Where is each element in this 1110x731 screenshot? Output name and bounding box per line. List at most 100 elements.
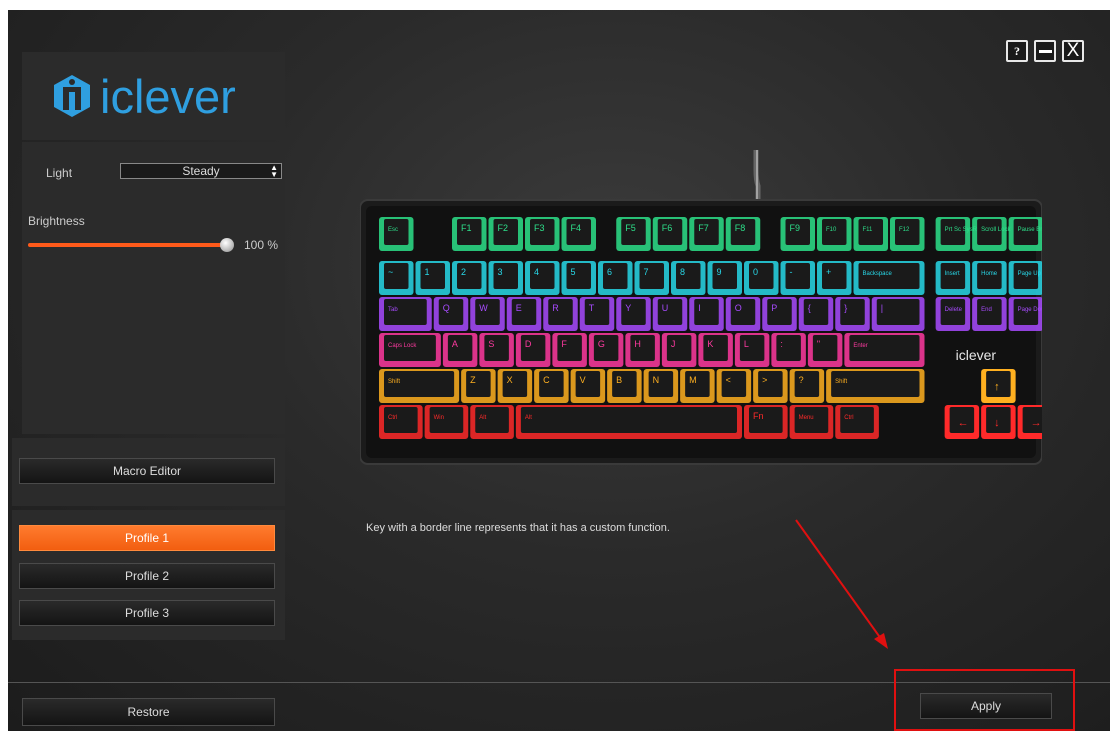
profile-1-button[interactable]: Profile 1	[19, 525, 275, 551]
svg-text:Page Down: Page Down	[1018, 307, 1042, 313]
key-ctrl: Ctrl	[379, 405, 423, 439]
key-4: 4	[525, 261, 560, 295]
svg-text:O: O	[735, 303, 742, 313]
light-panel: Light Steady ▲ ▼ Brightness 100 %	[22, 142, 285, 434]
svg-text:M: M	[689, 375, 697, 385]
logo-text: iclever	[100, 69, 236, 123]
key-menu: Menu	[789, 405, 834, 439]
macro-panel: Macro Editor	[12, 438, 285, 506]
iclever-logo-icon	[54, 75, 90, 117]
key-2: 2	[452, 261, 487, 295]
svg-text:H: H	[634, 339, 641, 349]
key-p: P	[762, 297, 797, 331]
svg-text:4: 4	[534, 267, 539, 277]
svg-text:F: F	[561, 339, 567, 349]
svg-text:?: ?	[799, 375, 804, 385]
key-shift: Shift	[826, 369, 925, 403]
key-f: F	[552, 333, 587, 367]
svg-text:Delete: Delete	[945, 307, 963, 313]
key-insert: Insert	[935, 261, 971, 295]
svg-text:5: 5	[571, 267, 576, 277]
svg-text:E: E	[516, 303, 522, 313]
key-d: D	[515, 333, 551, 367]
key-caps-lock: Caps Lock	[379, 333, 441, 367]
key-7: 7	[634, 261, 669, 295]
key-s: S	[479, 333, 514, 367]
svg-text:I: I	[698, 303, 701, 313]
key-alt: Alt	[470, 405, 514, 439]
key-arrow: ↑	[981, 369, 1016, 403]
brightness-slider-track[interactable]	[28, 243, 228, 247]
key-alt: Alt	[515, 405, 742, 439]
window-controls: ? X	[1006, 40, 1084, 62]
svg-text:>: >	[762, 375, 767, 385]
key-f7: F7	[689, 217, 724, 251]
svg-text:Alt: Alt	[479, 415, 486, 421]
svg-text:Tab: Tab	[388, 307, 398, 313]
svg-text:F6: F6	[662, 223, 673, 233]
svg-text:F9: F9	[790, 223, 801, 233]
key-q: Q	[433, 297, 469, 331]
svg-text:Shift: Shift	[388, 379, 400, 385]
svg-text:~: ~	[388, 267, 393, 277]
svg-text:|: |	[881, 303, 883, 313]
key-page-down: Page Down	[1008, 297, 1049, 331]
svg-text:X: X	[507, 375, 513, 385]
svg-text:Scroll Lock: Scroll Lock	[981, 227, 1011, 233]
light-mode-value: Steady	[182, 164, 220, 178]
svg-text:F12: F12	[899, 227, 910, 233]
key-z: Z	[461, 369, 496, 403]
close-button[interactable]: X	[1062, 40, 1084, 62]
logo-panel: iclever	[22, 52, 285, 140]
svg-text:Caps Lock: Caps Lock	[388, 343, 417, 349]
key-f4: F4	[561, 217, 596, 251]
apply-button[interactable]: Apply	[920, 693, 1052, 719]
svg-text:P: P	[771, 303, 777, 313]
macro-editor-button[interactable]: Macro Editor	[19, 458, 275, 484]
minimize-button[interactable]	[1034, 40, 1056, 62]
svg-text:Fn: Fn	[753, 411, 764, 421]
key-arrow: ←	[944, 405, 980, 439]
key-f6: F6	[652, 217, 688, 251]
key-: ~	[379, 261, 414, 295]
svg-text:Ctrl: Ctrl	[844, 415, 853, 421]
svg-text:F4: F4	[571, 223, 582, 233]
svg-text:-: -	[790, 267, 793, 277]
light-mode-select[interactable]: Steady ▲ ▼	[120, 163, 282, 179]
key-esc: Esc	[379, 217, 414, 251]
help-button[interactable]: ?	[1006, 40, 1028, 62]
keyboard-brand-text: iclever	[956, 347, 997, 363]
key-: :	[771, 333, 806, 367]
minimize-icon	[1038, 49, 1052, 53]
key-: <	[716, 369, 752, 403]
svg-text:2: 2	[461, 267, 466, 277]
profile-2-button[interactable]: Profile 2	[19, 563, 275, 589]
key-fn: Fn	[744, 405, 788, 439]
key-end: End	[972, 297, 1007, 331]
key-r: R	[543, 297, 578, 331]
svg-text:J: J	[671, 339, 676, 349]
select-arrows-icon: ▲ ▼	[270, 163, 278, 179]
profile-3-button[interactable]: Profile 3	[19, 600, 275, 626]
key-: >	[753, 369, 788, 403]
svg-text:1: 1	[425, 267, 430, 277]
svg-text::: :	[780, 339, 783, 349]
key-n: N	[643, 369, 679, 403]
key-0: 0	[744, 261, 779, 295]
key-shift: Shift	[379, 369, 460, 403]
key-: "	[807, 333, 843, 367]
svg-text:↑: ↑	[994, 381, 1000, 393]
svg-text:Esc: Esc	[388, 227, 398, 233]
key-f5: F5	[616, 217, 651, 251]
key-6: 6	[598, 261, 633, 295]
key-8: 8	[671, 261, 706, 295]
restore-button[interactable]: Restore	[22, 698, 275, 726]
brightness-slider-handle[interactable]	[220, 238, 234, 252]
key-f2: F2	[488, 217, 523, 251]
svg-text:Pause Break: Pause Break	[1018, 227, 1042, 233]
key-delete: Delete	[935, 297, 971, 331]
brightness-value: 100 %	[244, 238, 279, 252]
svg-text:F8: F8	[735, 223, 746, 233]
profile-panel: Profile 1 Profile 2 Profile 3	[12, 510, 285, 640]
svg-text:": "	[817, 339, 820, 349]
